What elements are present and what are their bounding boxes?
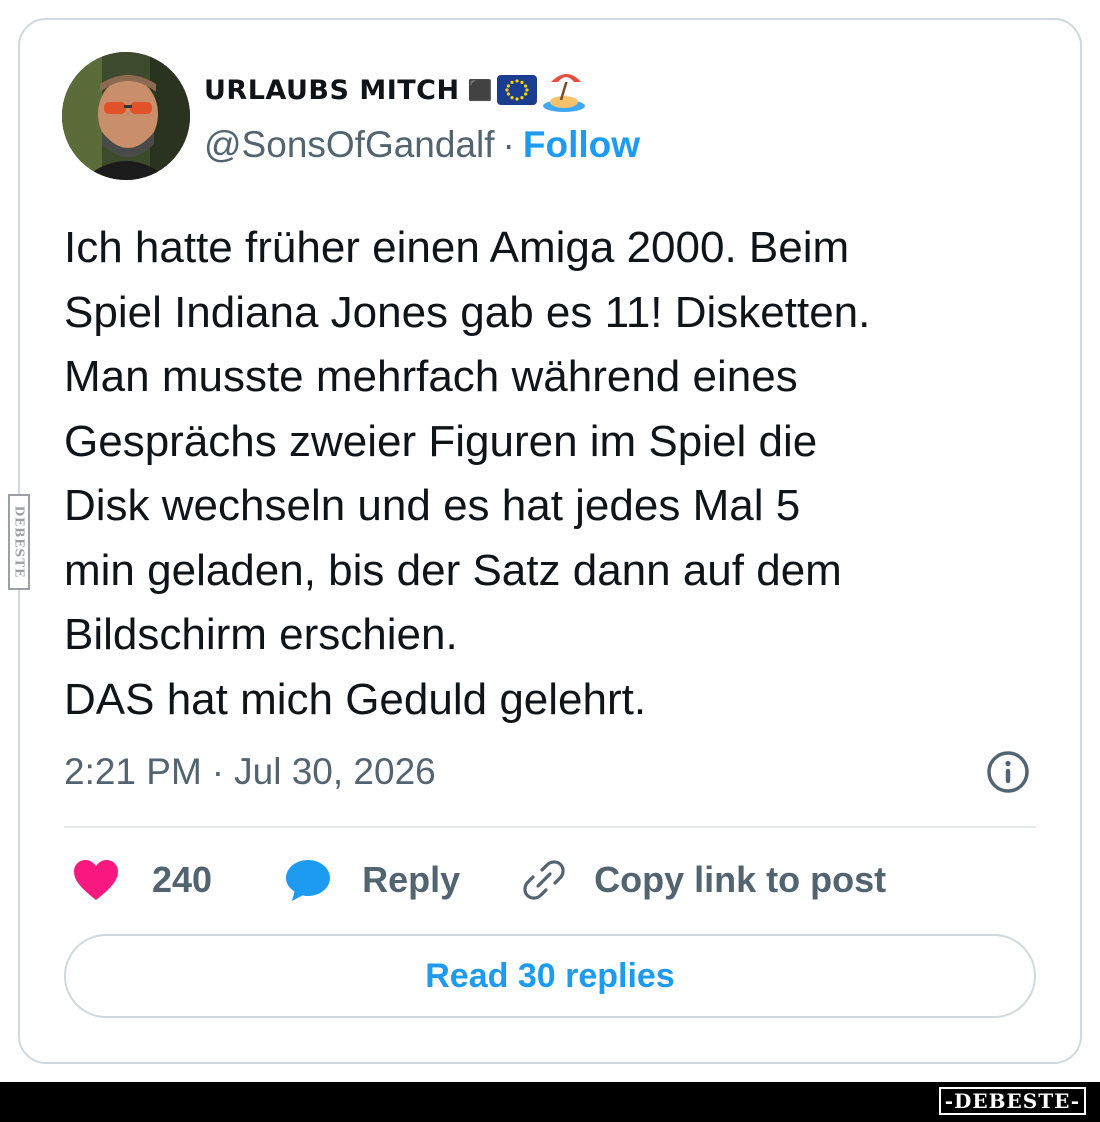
copy-link-button[interactable]: Copy link to post	[520, 856, 886, 904]
unsupported-glyph-icon: ⬛	[467, 78, 493, 102]
footer-bar: -DEBESTE-	[0, 1082, 1100, 1122]
eu-flag-icon	[496, 75, 537, 105]
author-handle-row: @SonsOfGandalf · Follow	[204, 122, 640, 168]
author-handle[interactable]: @SonsOfGandalf	[204, 124, 495, 166]
tweet-line: Spiel Indiana Jones gab es 11! Disketten…	[64, 287, 871, 337]
divider	[64, 826, 1036, 828]
tweet-line: Ich hatte früher einen Amiga 2000. Beim	[64, 223, 850, 272]
reply-label: Reply	[362, 859, 461, 900]
tweet-date: Jul 30, 2026	[234, 751, 436, 792]
side-watermark: DEBESTE	[8, 494, 30, 590]
heart-icon	[74, 860, 118, 900]
reply-button[interactable]: Reply	[284, 857, 460, 903]
tweet-line: Disk wechseln und es hat jedes Mal 5	[64, 481, 801, 530]
copy-link-label: Copy link to post	[594, 859, 887, 900]
tweet-line: Gesprächs zweier Figuren im Spiel die	[64, 416, 818, 466]
tweet-time: 2:21 PM	[64, 751, 202, 792]
like-button[interactable]: 240	[72, 858, 212, 902]
speech-bubble-icon	[286, 860, 331, 901]
tweet-line: DAS hat mich Geduld gelehrt.	[64, 674, 647, 724]
tweet-line: min geladen, bis der Satz dann auf dem	[64, 545, 842, 595]
link-icon	[523, 860, 565, 900]
tweet-timestamp[interactable]: 2:21 PM · Jul 30, 2026	[64, 748, 436, 796]
display-name-text[interactable]: URLAUBS MITCH	[204, 75, 460, 106]
author-display-name[interactable]: URLAUBS MITCH ⬛	[204, 68, 587, 112]
footer-watermark-logo: -DEBESTE-	[938, 1087, 1086, 1115]
avatar[interactable]	[62, 52, 190, 180]
tweet-line: Bildschirm erschien.	[64, 610, 458, 659]
avatar-photo	[62, 52, 190, 180]
tweet-text: Ich hatte früher einen Amiga 2000. Beim …	[64, 216, 1054, 732]
read-replies-button[interactable]: Read 30 replies	[64, 934, 1036, 1018]
desert-island-icon	[542, 74, 585, 112]
info-icon[interactable]	[984, 748, 1032, 796]
tweet-line: Man musste mehrfach während eines	[64, 352, 798, 401]
tweet-actions: 240 Reply Copy link to post	[64, 852, 1036, 908]
footer-watermark-text: -DEBESTE-	[944, 1089, 1080, 1113]
follow-button[interactable]: Follow	[523, 124, 640, 166]
timestamp-separator: ·	[211, 751, 225, 792]
read-replies-label: Read 30 replies	[425, 956, 675, 995]
like-count: 240	[152, 859, 213, 900]
handle-separator: ·	[502, 124, 515, 165]
side-watermark-text: DEBESTE	[12, 505, 26, 579]
name-emojis: ⬛	[468, 68, 587, 112]
